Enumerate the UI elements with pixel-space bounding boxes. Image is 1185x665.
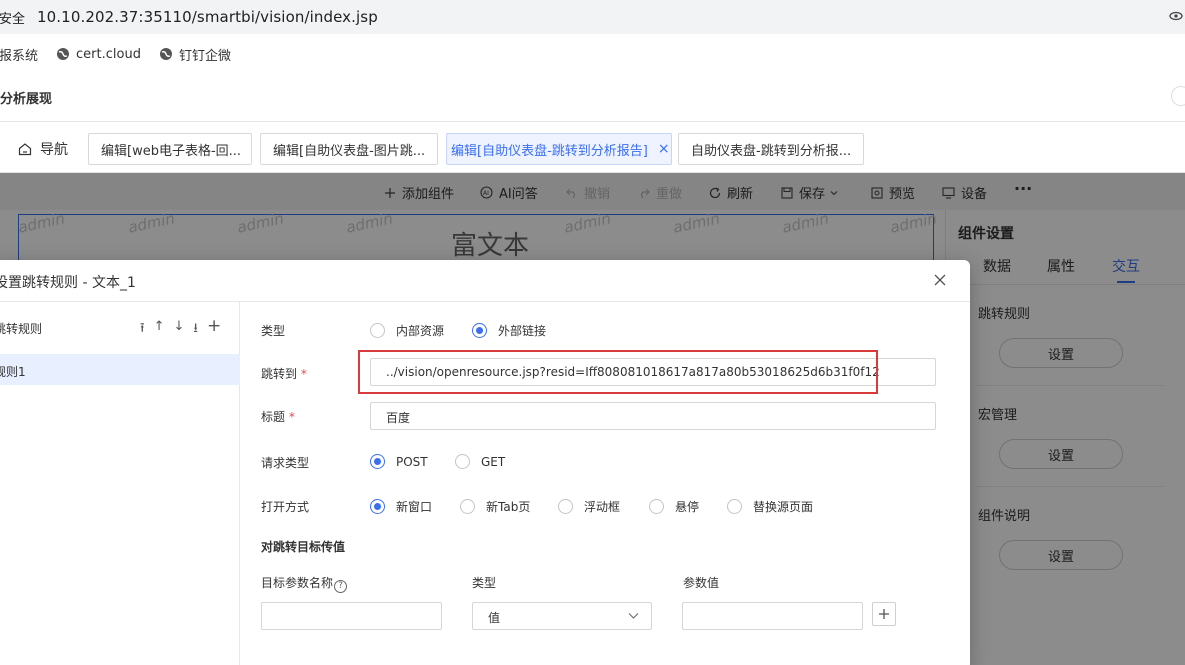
move-up-icon[interactable]: ↑ <box>154 319 165 341</box>
input-value: 百度 <box>386 411 411 425</box>
close-icon[interactable]: × <box>658 141 670 157</box>
close-icon[interactable] <box>934 274 946 286</box>
nav-label: 导航 <box>40 142 68 158</box>
highlight-box <box>358 350 878 394</box>
type-radio-external[interactable]: 外部链接 <box>472 322 546 339</box>
radio-label: 新Tab页 <box>486 500 531 514</box>
globe-icon <box>159 48 172 60</box>
param-name-input[interactable] <box>261 602 442 630</box>
app-title: 分析展现 <box>0 92 53 107</box>
app-header: 分析展现 <box>0 74 1185 122</box>
user-avatar[interactable] <box>1171 86 1185 106</box>
open-radio-new-tab[interactable]: 新Tab页 <box>460 498 530 515</box>
open-radio-floating[interactable]: 浮动框 <box>558 498 620 515</box>
radio-circle <box>370 499 385 514</box>
home-icon <box>18 143 32 156</box>
url-text[interactable]: 10.10.202.37:35110/smartbi/vision/index.… <box>37 8 378 26</box>
rule-list-item[interactable]: 规则1 <box>0 354 240 385</box>
radio-circle <box>649 499 664 514</box>
security-label[interactable]: 安全 <box>0 8 25 27</box>
rule-list-panel: 跳转规则 ⭱ ↑ ↓ ⭳ + 规则1 <box>0 302 240 665</box>
tab-web-spreadsheet[interactable]: 编辑[web电子表格-回... <box>88 133 252 165</box>
tabs-bar: 导航 编辑[web电子表格-回... 编辑[自助仪表盘-图片跳... 编辑[自助… <box>0 122 1185 173</box>
radio-circle <box>460 499 475 514</box>
rule-name: 规则1 <box>0 365 26 379</box>
jump-rule-dialog: 设置跳转规则 - 文本_1 跳转规则 ⭱ ↑ ↓ ⭳ + 规则1 类型 内部资源… <box>0 260 970 665</box>
request-radio-post[interactable]: POST <box>370 454 428 469</box>
label-text: 目标参数名称 <box>261 576 334 590</box>
help-icon[interactable]: ? <box>334 580 348 593</box>
radio-circle <box>455 454 470 469</box>
request-type-label: 请求类型 <box>261 456 310 470</box>
chevron-down-icon <box>628 613 639 619</box>
plus-icon <box>879 609 889 619</box>
nav-button[interactable]: 导航 <box>18 139 68 159</box>
tab-image-jump[interactable]: 编辑[自助仪表盘-图片跳... <box>260 133 438 165</box>
bookmark-2[interactable]: cert.cloud <box>56 47 141 62</box>
move-top-icon[interactable]: ⭱ <box>140 319 145 341</box>
bookmark-label: 报系统 <box>0 48 39 64</box>
rule-list-actions: ⭱ ↑ ↓ ⭳ + <box>140 316 221 341</box>
radio-label: 替换源页面 <box>753 500 814 514</box>
param-type-label: 类型 <box>472 576 497 590</box>
bookmark-label: cert.cloud <box>76 46 141 62</box>
bookmark-label: 钉钉企微 <box>178 48 231 64</box>
radio-label: 内部资源 <box>396 324 445 338</box>
radio-label: GET <box>481 454 506 469</box>
caption-input[interactable]: 百度 <box>370 402 936 430</box>
param-type-select[interactable]: 值 <box>472 602 652 630</box>
globe-icon <box>57 48 70 60</box>
move-down-icon[interactable]: ↓ <box>173 319 184 341</box>
dialog-title: 设置跳转规则 - 文本_1 <box>0 275 136 291</box>
open-radio-hover[interactable]: 悬停 <box>649 498 699 515</box>
label-text: 跳转到 <box>261 367 298 381</box>
open-radio-replace-source[interactable]: 替换源页面 <box>727 498 813 515</box>
param-name-label: 目标参数名称? <box>261 574 348 593</box>
caption-label: 标题 * <box>261 408 295 425</box>
rule-list-header: 跳转规则 <box>0 322 43 336</box>
open-mode-label: 打开方式 <box>261 500 310 514</box>
radio-label: 悬停 <box>675 500 700 514</box>
required-mark: * <box>300 367 307 381</box>
param-section-heading: 对跳转目标传值 <box>261 540 346 554</box>
radio-circle <box>558 499 573 514</box>
tab-label: 编辑[web电子表格-回... <box>101 143 242 159</box>
label-text: 标题 <box>261 410 286 424</box>
param-value-label: 参数值 <box>683 576 720 590</box>
jump-to-label: 跳转到 * <box>261 365 307 382</box>
radio-label: POST <box>396 454 428 469</box>
required-mark: * <box>288 410 295 424</box>
add-rule-icon[interactable]: + <box>207 316 221 341</box>
radio-label: 外部链接 <box>498 324 547 338</box>
browser-address-bar: 安全 10.10.202.37:35110/smartbi/vision/ind… <box>0 0 1185 34</box>
type-label: 类型 <box>261 324 286 338</box>
bookmarks-bar: 报系统 cert.cloud 钉钉企微 <box>0 34 1185 74</box>
eye-icon[interactable] <box>1169 9 1183 23</box>
select-value: 值 <box>488 611 501 625</box>
bookmark-1[interactable]: 报系统 <box>0 45 38 64</box>
radio-circle <box>370 454 385 469</box>
tab-label: 自助仪表盘-跳转到分析报... <box>691 143 852 159</box>
type-radio-internal[interactable]: 内部资源 <box>370 322 444 339</box>
radio-label: 浮动框 <box>584 500 621 514</box>
tab-jump-to-report[interactable]: 编辑[自助仪表盘-跳转到分析报告] × <box>446 133 672 165</box>
radio-circle <box>472 323 487 338</box>
param-value-input[interactable] <box>682 602 863 630</box>
tab-label: 编辑[自助仪表盘-跳转到分析报告] <box>451 143 648 159</box>
tab-dashboard-view[interactable]: 自助仪表盘-跳转到分析报... <box>678 133 864 165</box>
tab-label: 编辑[自助仪表盘-图片跳... <box>273 143 426 159</box>
radio-circle <box>370 323 385 338</box>
open-radio-new-window[interactable]: 新窗口 <box>370 498 432 515</box>
request-radio-get[interactable]: GET <box>455 454 505 469</box>
radio-circle <box>727 499 742 514</box>
add-param-button[interactable] <box>872 602 896 626</box>
radio-label: 新窗口 <box>396 500 433 514</box>
move-bottom-icon[interactable]: ⭳ <box>193 319 198 341</box>
bookmark-3[interactable]: 钉钉企微 <box>159 45 231 64</box>
